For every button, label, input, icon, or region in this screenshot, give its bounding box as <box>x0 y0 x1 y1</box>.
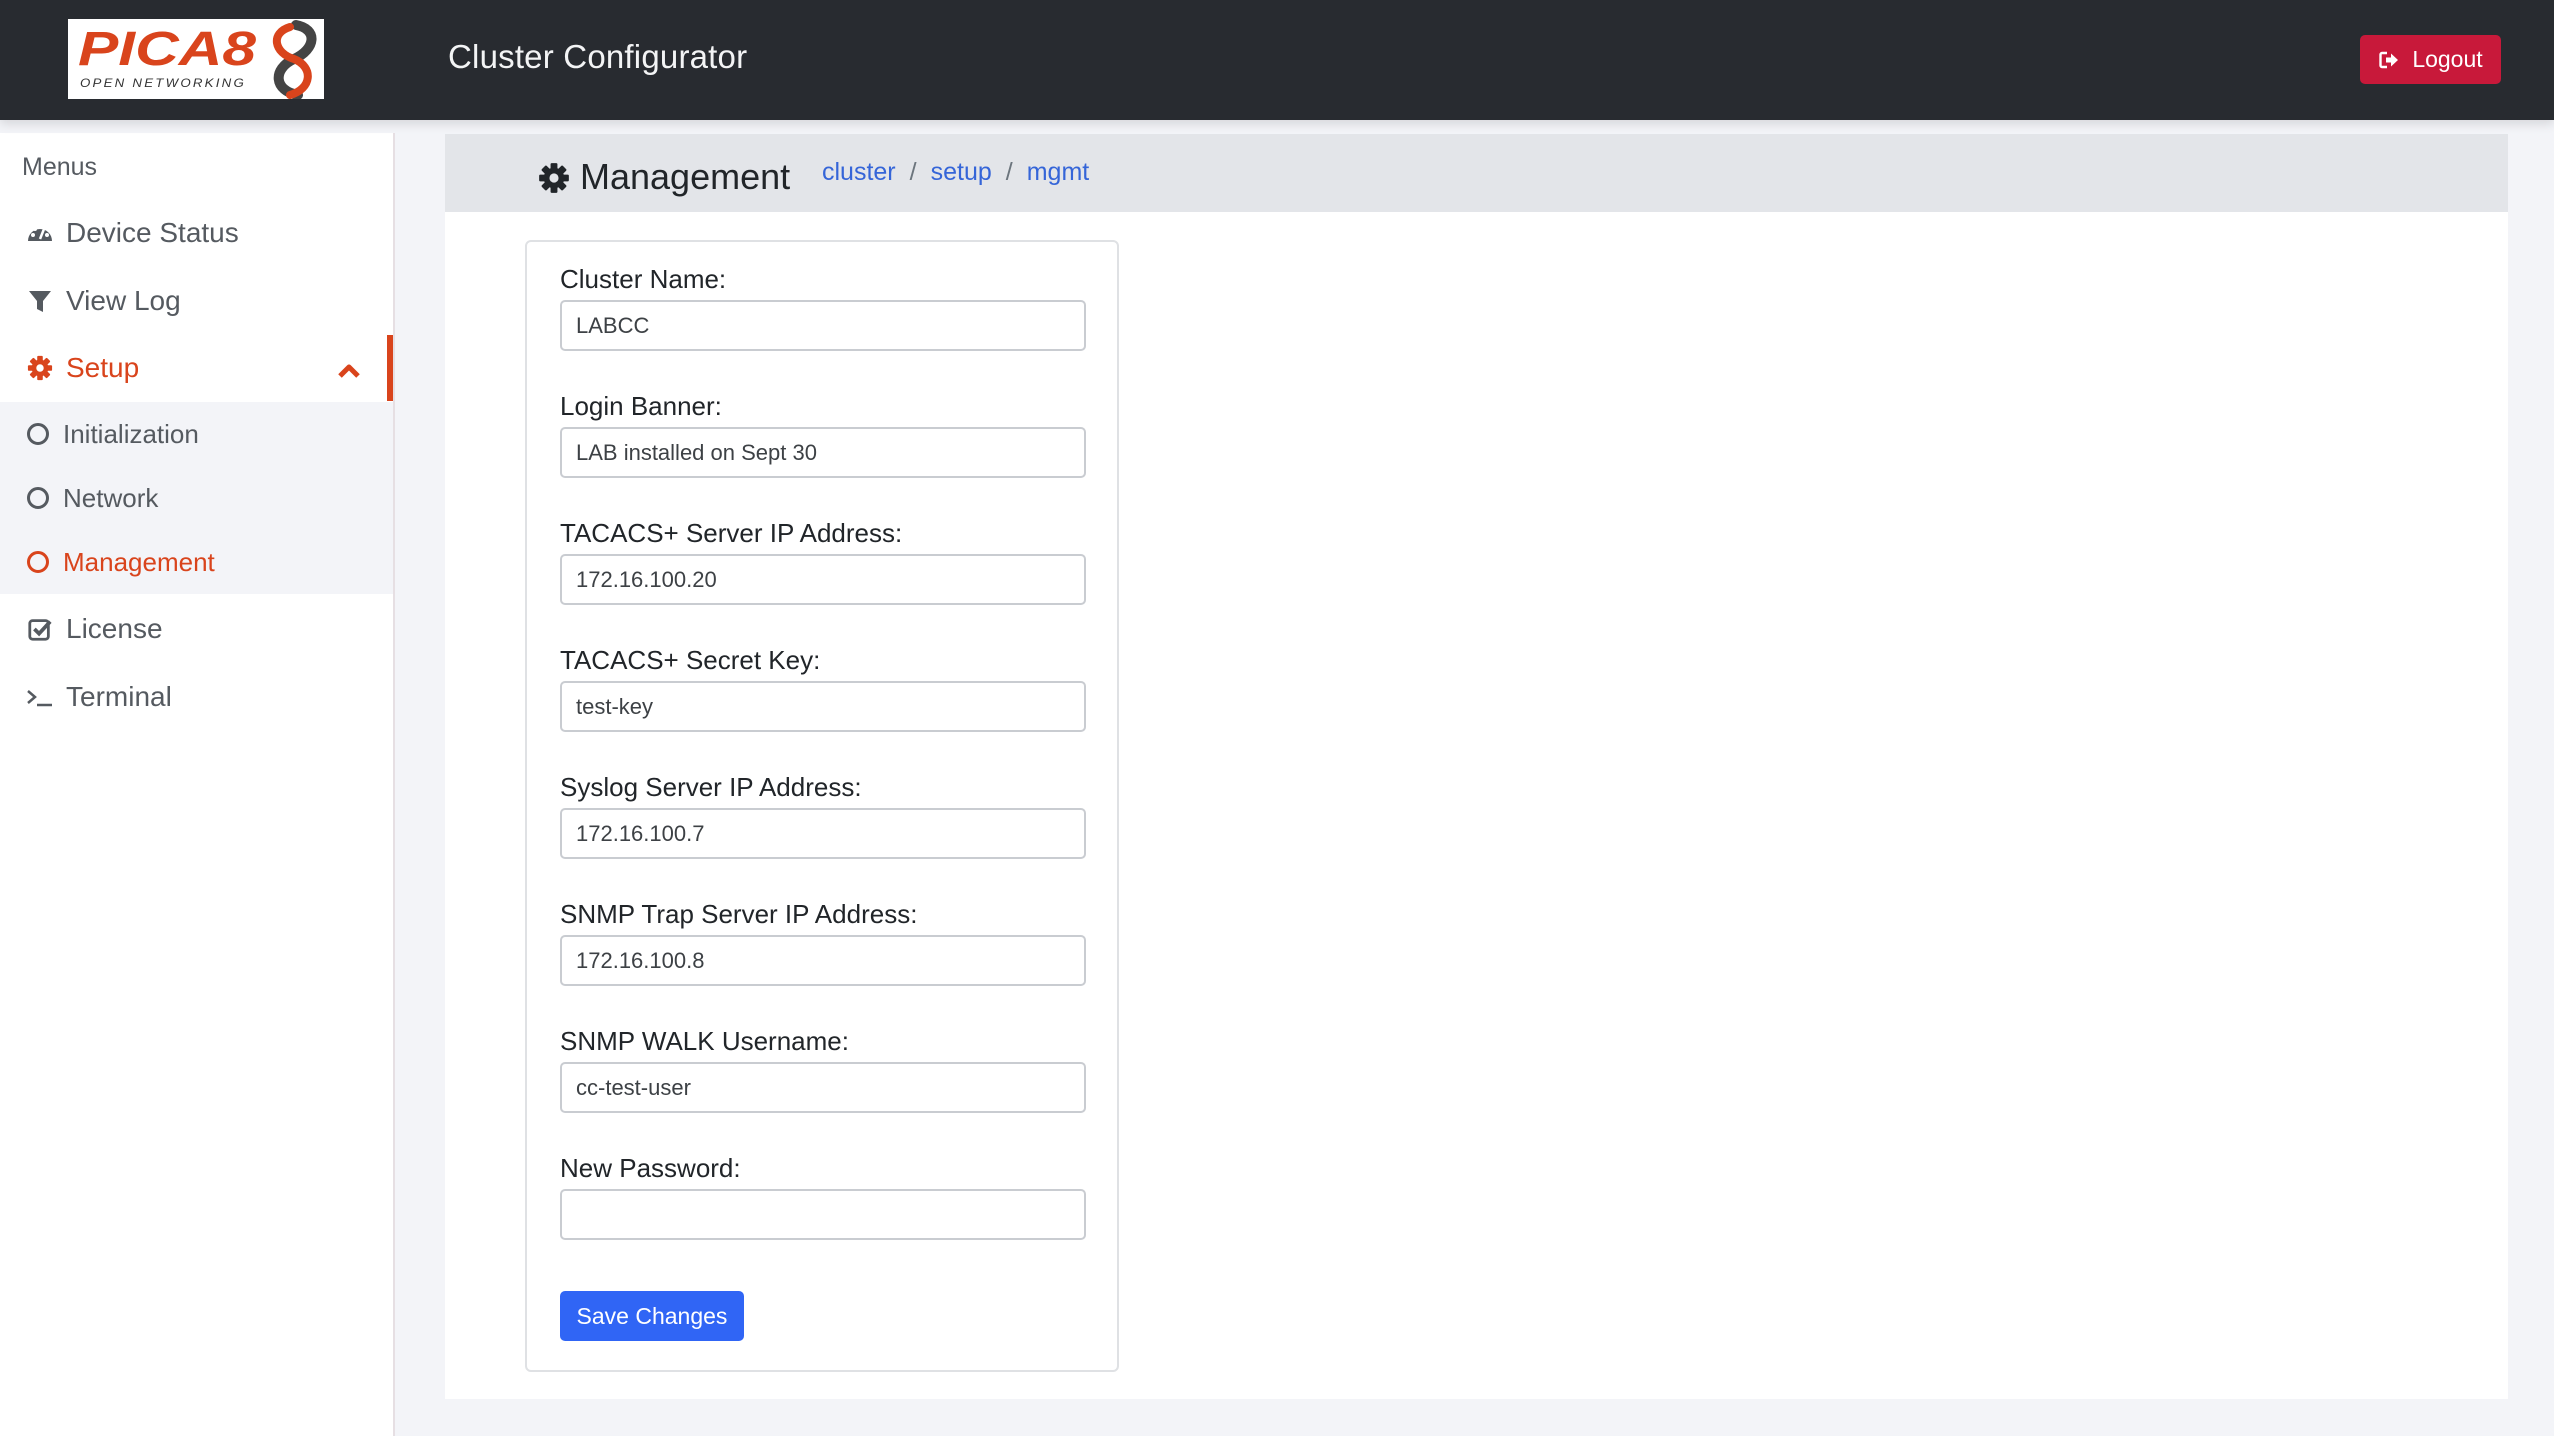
sidebar-item-label: Terminal <box>66 681 172 712</box>
tacacs-server-ip-label: TACACS+ Server IP Address: <box>560 518 903 548</box>
snmp-trap-server-ip-label: SNMP Trap Server IP Address: <box>560 899 918 929</box>
tacacs-secret-key-input[interactable] <box>560 681 1086 732</box>
page-title: Management <box>538 156 790 198</box>
tacacs-secret-key-label: TACACS+ Secret Key: <box>560 645 821 675</box>
filter-icon <box>26 287 54 315</box>
sidebar: Menus Device Status View Log Setup Initi… <box>0 133 395 1436</box>
sidebar-item-label: License <box>66 613 163 644</box>
sidebar-item-setup[interactable]: Setup <box>0 335 393 401</box>
sidebar-subitem-management[interactable]: Management <box>0 530 393 594</box>
snmp-walk-username-input[interactable] <box>560 1062 1086 1113</box>
breadcrumb-separator: / <box>909 158 917 186</box>
sidebar-item-license[interactable]: License <box>0 596 393 662</box>
management-form-card: Cluster Name: Login Banner: TACACS+ Serv… <box>525 240 1119 1372</box>
syslog-server-ip-input[interactable] <box>560 808 1086 859</box>
check-square-icon <box>26 615 54 643</box>
tacacs-server-ip-input[interactable] <box>560 554 1086 605</box>
sidebar-item-view-log[interactable]: View Log <box>0 268 393 334</box>
breadcrumb-mgmt[interactable]: mgmt <box>1027 158 1090 187</box>
circle-icon <box>27 487 49 509</box>
login-banner-label: Login Banner: <box>560 391 722 421</box>
sidebar-subitem-label: Initialization <box>63 418 199 449</box>
circle-icon <box>27 551 49 573</box>
breadcrumb: cluster / setup / mgmt <box>822 158 1089 187</box>
chevron-up-icon[interactable] <box>337 355 361 378</box>
logout-button[interactable]: Logout <box>2360 35 2501 84</box>
breadcrumb-cluster[interactable]: cluster <box>822 158 896 187</box>
sidebar-item-label: Device Status <box>66 217 239 248</box>
new-password-input[interactable] <box>560 1189 1086 1240</box>
snmp-trap-server-ip-input[interactable] <box>560 935 1086 986</box>
page-title-text: Management <box>580 156 791 197</box>
logo-graphic: PICA8 OPEN NETWORKING <box>78 20 317 99</box>
sidebar-item-terminal[interactable]: Terminal <box>0 664 393 730</box>
sidebar-subitem-label: Network <box>63 482 159 513</box>
dashboard-icon <box>26 219 54 247</box>
sidebar-heading: Menus <box>22 153 98 181</box>
page-header: Management cluster / setup / mgmt <box>445 134 2508 212</box>
sidebar-item-label: View Log <box>66 285 181 316</box>
setup-submenu: Initialization Network Management <box>0 402 393 594</box>
logout-label: Logout <box>2412 46 2483 72</box>
sidebar-item-device-status[interactable]: Device Status <box>0 200 393 266</box>
save-changes-button[interactable]: Save Changes <box>560 1291 744 1341</box>
pica8-logo: PICA8 OPEN NETWORKING <box>68 19 324 99</box>
cluster-name-label: Cluster Name: <box>560 264 727 294</box>
circle-icon <box>27 423 49 445</box>
sidebar-subitem-initialization[interactable]: Initialization <box>0 402 393 466</box>
snmp-walk-username-label: SNMP WALK Username: <box>560 1026 849 1056</box>
sidebar-subitem-network[interactable]: Network <box>0 466 393 530</box>
breadcrumb-separator: / <box>1005 158 1013 186</box>
gear-icon <box>26 354 54 382</box>
new-password-label: New Password: <box>560 1153 741 1183</box>
logo-brand-text: PICA8 <box>78 23 256 76</box>
sidebar-subitem-label: Management <box>63 546 215 577</box>
sign-out-icon <box>2378 49 2400 71</box>
top-navbar: PICA8 OPEN NETWORKING Cluster Configurat… <box>0 0 2554 120</box>
sidebar-item-label: Setup <box>66 352 140 383</box>
logo-tagline-text: OPEN NETWORKING <box>80 76 246 90</box>
cluster-name-input[interactable] <box>560 300 1086 351</box>
gear-icon <box>538 161 570 193</box>
app-title: Cluster Configurator <box>448 38 748 75</box>
syslog-server-ip-label: Syslog Server IP Address: <box>560 772 862 802</box>
content-panel: Cluster Name: Login Banner: TACACS+ Serv… <box>445 212 2508 1399</box>
login-banner-input[interactable] <box>560 427 1086 478</box>
breadcrumb-setup[interactable]: setup <box>931 158 992 187</box>
terminal-icon <box>26 683 54 711</box>
